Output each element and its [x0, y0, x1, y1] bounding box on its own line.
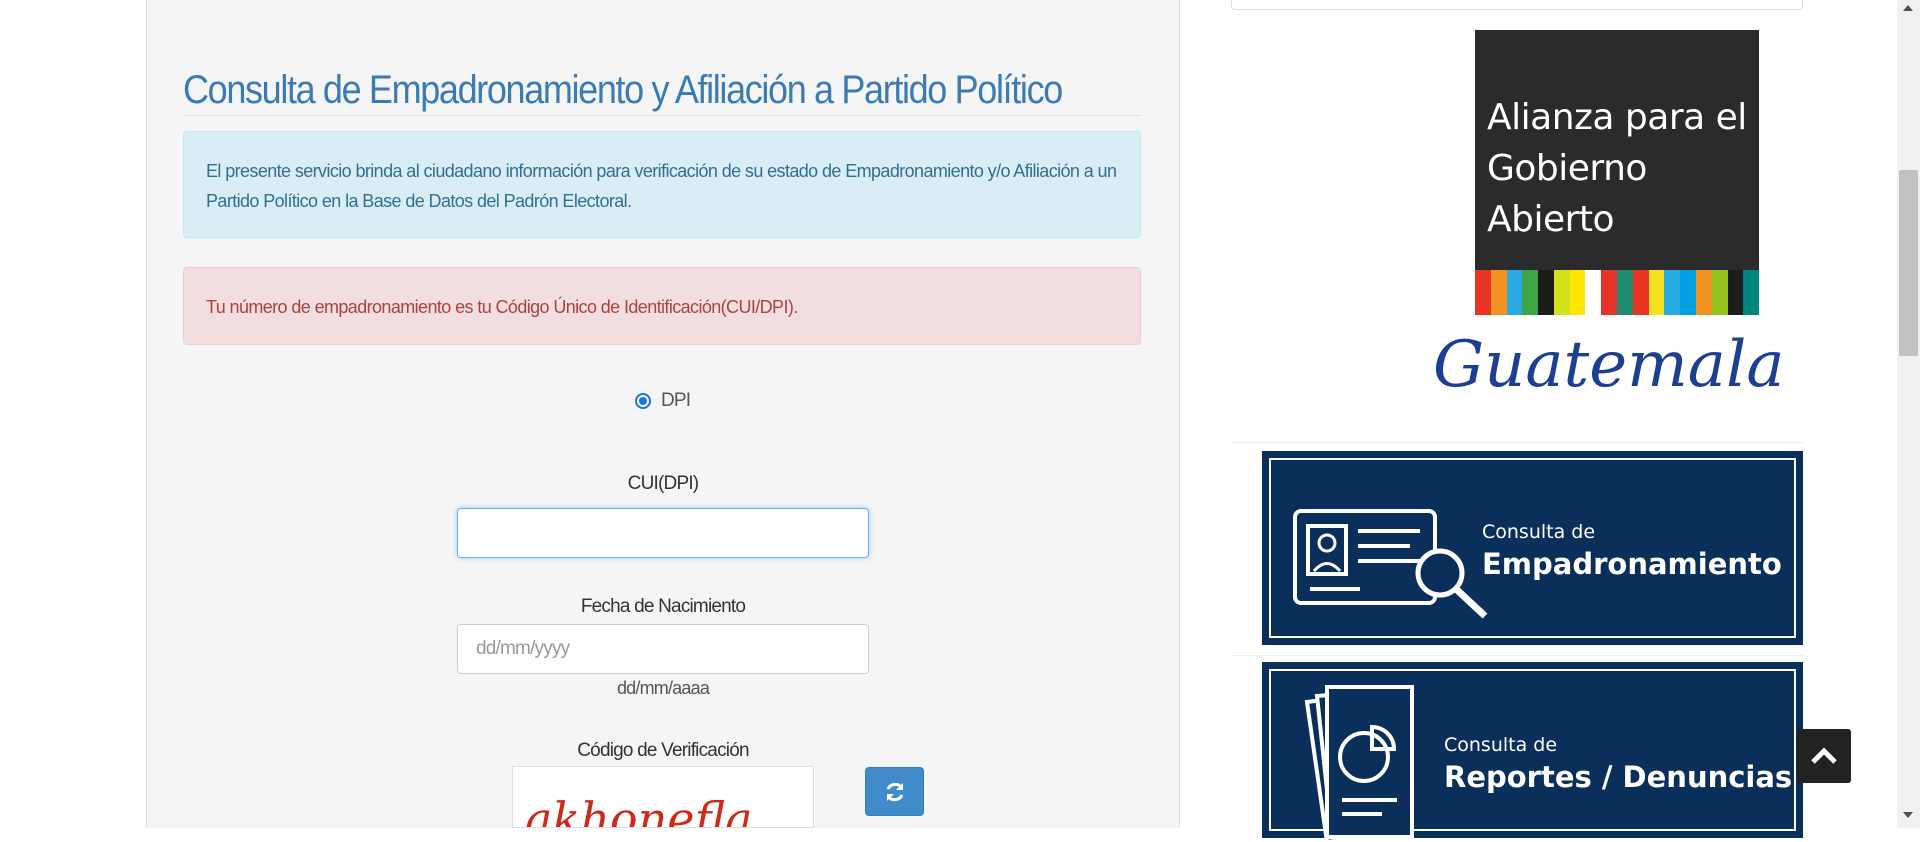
cui-input[interactable] [457, 508, 869, 558]
aga-stripe [1711, 270, 1728, 315]
aga-stripe [1664, 270, 1681, 315]
aga-logo-text: Alianza para el Gobierno Abierto [1487, 92, 1747, 245]
aga-stripe [1506, 270, 1523, 315]
banner-consulta-empadronamiento[interactable]: Consulta de Empadronamiento [1262, 451, 1803, 645]
birthdate-input[interactable]: dd/mm/yyyy [457, 624, 869, 674]
refresh-icon [886, 782, 903, 801]
aga-stripe [1585, 270, 1602, 315]
dpi-radio[interactable] [635, 393, 651, 409]
aga-logo-box: Alianza para el Gobierno Abierto [1475, 30, 1759, 270]
sidebar-top-widget [1231, 0, 1803, 10]
aga-stripe [1553, 270, 1570, 315]
captcha-text: akhonefla [525, 792, 753, 828]
aga-stripe [1695, 270, 1712, 315]
id-card-search-icon [1293, 509, 1488, 619]
aga-stripe [1743, 270, 1760, 315]
page-title: Consulta de Empadronamiento y Afiliación… [183, 68, 1063, 112]
aga-color-stripes [1475, 270, 1760, 315]
aga-stripe [1490, 270, 1507, 315]
scroll-up-arrow-icon[interactable] [1903, 5, 1913, 11]
sidebar-separator [1231, 442, 1803, 443]
banner-small-text: Consulta de [1482, 521, 1596, 543]
aga-stripe [1680, 270, 1696, 315]
aga-stripe [1632, 270, 1649, 315]
captcha-image: akhonefla [512, 766, 814, 828]
aga-stripe [1648, 270, 1665, 315]
info-alert: El presente servicio brinda al ciudadano… [183, 131, 1141, 238]
guatemala-text: Guatemala [1433, 328, 1785, 402]
banner-small-text: Consulta de [1444, 734, 1558, 756]
refresh-captcha-button[interactable] [865, 767, 924, 816]
aga-stripe [1569, 270, 1586, 315]
captcha-text-graphic: akhonefla [525, 792, 753, 828]
captcha-label: Código de Verificación [577, 740, 749, 761]
birthdate-hint: dd/mm/aaaa [616, 678, 710, 698]
aga-stripe [1538, 270, 1554, 315]
banner-big-text: Reportes / Denuncias [1444, 760, 1793, 794]
scrollbar-thumb[interactable] [1899, 170, 1918, 356]
aga-stripe [1617, 270, 1633, 315]
banner-big-text: Empadronamiento [1482, 547, 1782, 581]
aga-line: Alianza para el [1487, 97, 1747, 138]
alianza-gobierno-abierto-logo[interactable]: Alianza para el Gobierno Abierto Guatema… [1433, 30, 1785, 420]
scroll-down-arrow-icon[interactable] [1903, 812, 1913, 818]
radio-selected-dot [639, 397, 647, 405]
title-divider [183, 115, 1141, 116]
main-panel [146, 0, 1180, 828]
page-scrollbar[interactable] [1897, 0, 1920, 828]
danger-alert: Tu número de empadronamiento es tu Códig… [183, 267, 1141, 345]
chevron-up-icon [1811, 747, 1837, 764]
birthdate-label: Fecha de Nacimiento [580, 596, 746, 617]
aga-line: Abierto [1487, 199, 1615, 240]
guatemala-script: Guatemala [1433, 328, 1785, 402]
report-documents-icon [1304, 685, 1414, 842]
cui-label: CUI(DPI) [627, 473, 699, 494]
aga-stripe [1475, 270, 1491, 315]
aga-line: Gobierno [1487, 148, 1647, 189]
scroll-to-top-button[interactable] [1797, 729, 1851, 783]
dpi-radio-label: DPI [661, 390, 691, 411]
aga-stripe [1601, 270, 1618, 315]
dpi-radio-option[interactable]: DPI [635, 390, 691, 412]
aga-stripe [1522, 270, 1539, 315]
aga-stripe [1727, 270, 1744, 315]
banner-consulta-reportes[interactable]: Consulta de Reportes / Denuncias [1262, 662, 1803, 842]
sidebar-separator [1231, 655, 1803, 656]
